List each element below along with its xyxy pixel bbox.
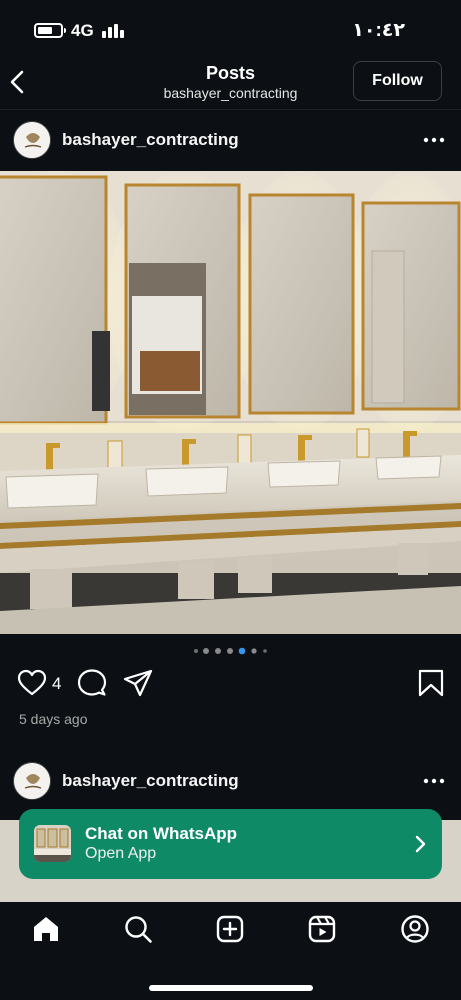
next-post-header: bashayer_contracting bbox=[0, 751, 461, 811]
reels-icon[interactable] bbox=[307, 914, 337, 944]
more-icon[interactable] bbox=[423, 132, 445, 148]
post-actions: 4 bbox=[0, 662, 461, 706]
carousel-indicator bbox=[194, 647, 267, 655]
comment-icon[interactable] bbox=[77, 668, 107, 698]
profile-icon[interactable] bbox=[400, 914, 430, 944]
home-indicator bbox=[149, 985, 313, 991]
status-bar: 4G ١٠:٤٢ bbox=[0, 0, 461, 60]
network-type: 4G bbox=[71, 21, 94, 40]
create-icon[interactable] bbox=[215, 914, 245, 944]
signal-bars-icon bbox=[102, 22, 126, 38]
home-icon[interactable] bbox=[31, 914, 61, 944]
like-count[interactable]: 4 bbox=[52, 674, 61, 694]
avatar[interactable] bbox=[13, 762, 51, 800]
more-icon[interactable] bbox=[423, 773, 445, 789]
chevron-right-icon bbox=[415, 835, 426, 853]
post-username[interactable]: bashayer_contracting bbox=[62, 771, 239, 791]
whatsapp-banner[interactable]: Chat on WhatsApp Open App bbox=[19, 809, 442, 879]
post-image[interactable] bbox=[0, 171, 461, 634]
whatsapp-thumbnail bbox=[34, 825, 71, 862]
search-icon[interactable] bbox=[123, 914, 153, 944]
bottom-nav bbox=[0, 902, 461, 1000]
avatar[interactable] bbox=[13, 121, 51, 159]
whatsapp-title: Chat on WhatsApp bbox=[85, 824, 238, 843]
bookmark-icon[interactable] bbox=[416, 668, 446, 698]
whatsapp-subtitle: Open App bbox=[85, 845, 157, 862]
clock: ١٠:٤٢ bbox=[352, 20, 405, 41]
share-icon[interactable] bbox=[123, 668, 153, 698]
follow-button[interactable]: Follow bbox=[353, 61, 442, 101]
heart-icon[interactable] bbox=[17, 668, 47, 698]
header: Posts bashayer_contracting Follow bbox=[0, 56, 461, 110]
bathroom-vanity-photo bbox=[0, 171, 461, 634]
post-header: bashayer_contracting bbox=[0, 110, 461, 170]
post-username[interactable]: bashayer_contracting bbox=[62, 130, 239, 150]
battery-icon bbox=[34, 23, 66, 38]
post-timestamp: 5 days ago bbox=[19, 711, 88, 727]
